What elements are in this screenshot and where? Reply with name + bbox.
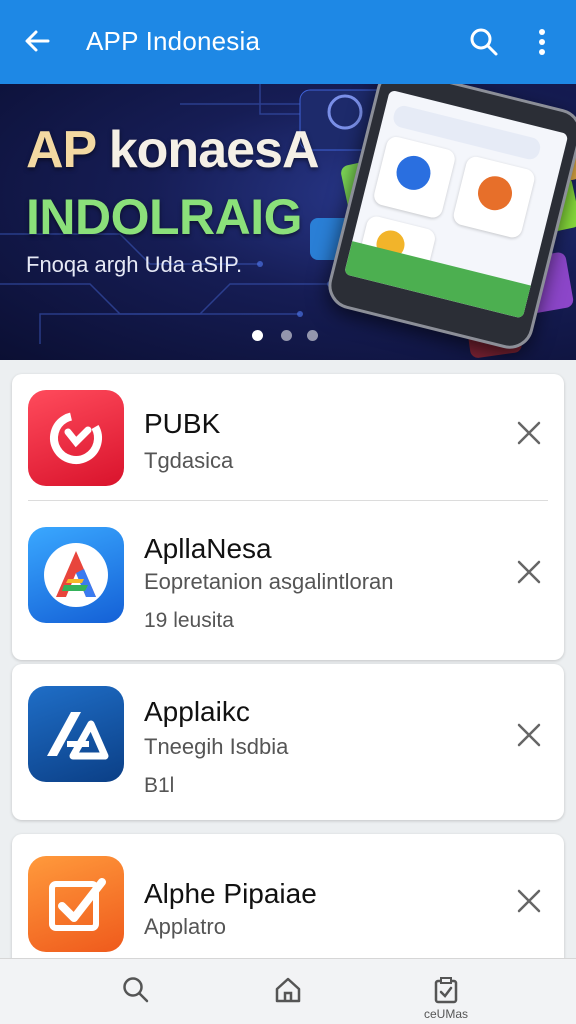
search-icon — [470, 28, 498, 56]
more-options-button[interactable] — [526, 24, 558, 60]
carousel-dot-2[interactable] — [281, 330, 292, 341]
close-icon — [517, 560, 541, 584]
nav-search[interactable] — [96, 959, 176, 1024]
nav-home[interactable] — [248, 959, 328, 1024]
app-bar-title: APP Indonesia — [86, 26, 261, 56]
carousel-dot-3[interactable] — [307, 330, 318, 341]
banner-headline-secondary: INDOLRAIG — [26, 189, 303, 245]
blue-a-app-icon — [28, 686, 124, 782]
bottom-navigation: ceUMas — [0, 958, 576, 1024]
app-meta: B1l — [144, 774, 175, 797]
colorful-a-app-icon — [28, 527, 124, 623]
nav-tasks-label: ceUMas — [423, 1007, 468, 1021]
clipboard-check-icon — [434, 977, 458, 1004]
app-card: PUBK Tgdasica ApllaNesa Eopretanion asga… — [12, 374, 564, 660]
app-name: Alphe Pipaiae — [144, 878, 317, 909]
app-meta: 19 leusita — [144, 609, 234, 632]
banner-headline-first: AP — [26, 121, 96, 179]
dismiss-button[interactable] — [512, 718, 546, 752]
app-name: Applaikc — [144, 696, 250, 727]
search-button[interactable] — [466, 24, 502, 60]
close-icon — [517, 889, 541, 913]
banner-headline-rest: konaesA — [95, 121, 320, 179]
dismiss-button[interactable] — [512, 416, 546, 450]
back-button[interactable] — [20, 24, 54, 58]
app-name: ApllaNesa — [144, 533, 272, 564]
app-screen: APP Indonesia AP konaesA INDOLRAIG Fnoqa… — [0, 0, 576, 1024]
list-item[interactable]: Alphe Pipaiae Applatro — [12, 834, 564, 958]
close-icon — [517, 421, 541, 445]
home-icon — [275, 977, 301, 1003]
app-description: Eopretanion asgalintloran — [144, 569, 394, 594]
app-bar: APP Indonesia — [0, 0, 576, 84]
app-card: Applaikc Tneegih Isdbia B1l — [12, 664, 564, 820]
carousel-dot-1[interactable] — [252, 330, 263, 341]
close-icon — [517, 723, 541, 747]
red-g-app-icon — [28, 390, 124, 486]
banner-subtitle: Fnoqa argh Uda aSIP. — [26, 252, 243, 277]
app-description: Applatro — [144, 914, 226, 939]
dismiss-button[interactable] — [512, 555, 546, 589]
dismiss-button[interactable] — [512, 884, 546, 918]
list-item[interactable]: PUBK Tgdasica — [12, 374, 564, 500]
app-description: Tgdasica — [144, 448, 234, 473]
app-description: Tneegih Isdbia — [144, 734, 289, 759]
promo-banner[interactable]: AP konaesA INDOLRAIG Fnoqa argh Uda aSIP… — [0, 84, 576, 360]
list-item[interactable]: ApllaNesa Eopretanion asgalintloran 19 l… — [12, 501, 564, 660]
list-item[interactable]: Applaikc Tneegih Isdbia B1l — [12, 664, 564, 820]
nav-tasks[interactable]: ceUMas — [406, 959, 486, 1024]
search-icon — [123, 977, 149, 1003]
orange-check-app-icon — [28, 856, 124, 952]
arrow-back-icon — [25, 30, 50, 52]
banner-headline: AP konaesA — [26, 120, 320, 180]
app-name: PUBK — [144, 408, 221, 439]
more-vert-icon — [539, 29, 545, 55]
